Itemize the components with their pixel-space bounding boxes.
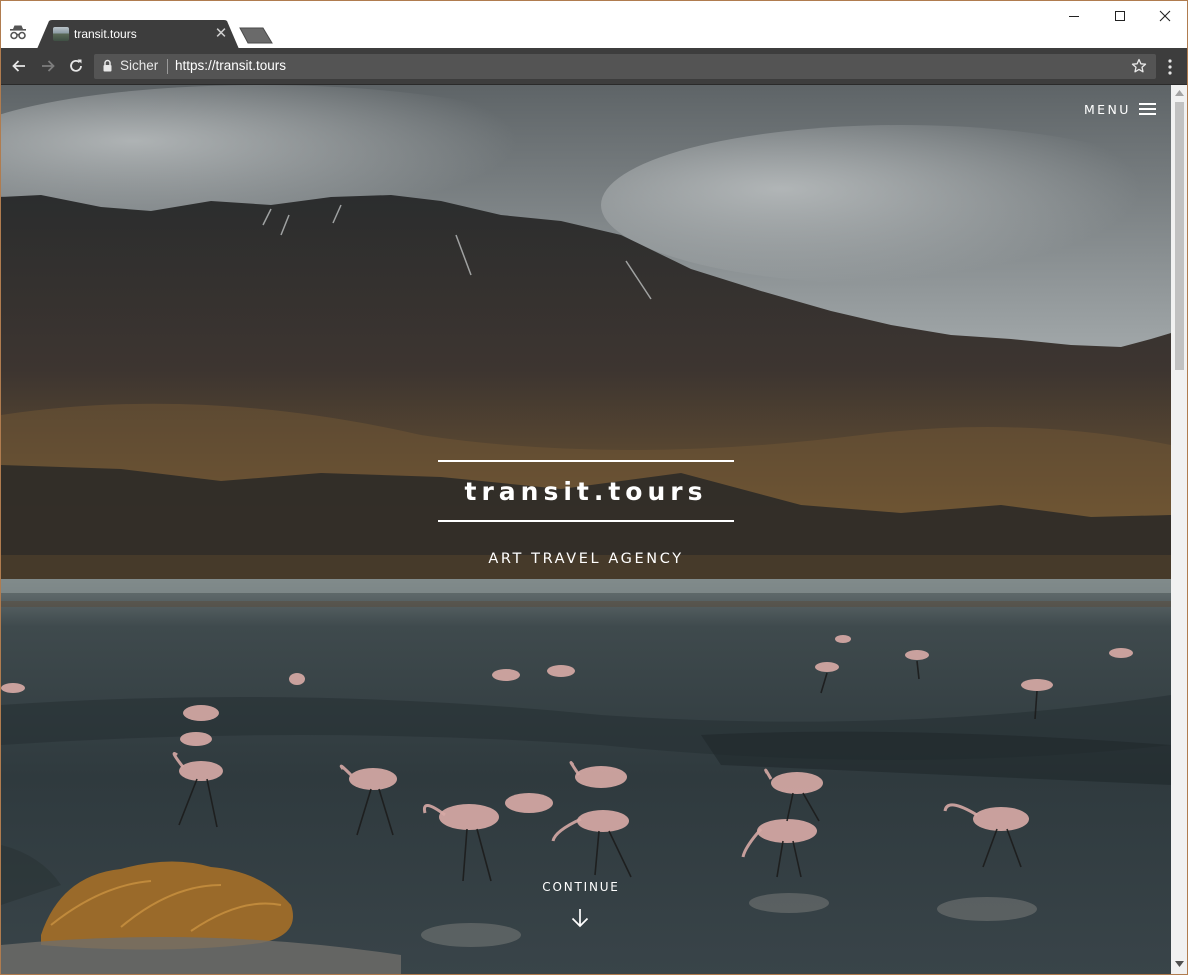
page-viewport: MENU transit.tours ART TRAVEL AGENCY CON…: [1, 85, 1171, 974]
menu-kebab-icon[interactable]: [1163, 57, 1177, 77]
maximize-button[interactable]: [1097, 1, 1143, 31]
arrow-down-icon[interactable]: [570, 908, 590, 928]
reload-icon: [70, 59, 82, 72]
tagline: ART TRAVEL AGENCY: [488, 551, 684, 567]
tab-active[interactable]: transit.tours ✕: [37, 20, 239, 49]
forward-arrow-icon: [42, 60, 55, 72]
omnibox-separator: [167, 59, 168, 74]
brand-logo: transit.tours: [438, 460, 734, 522]
site-favicon: [53, 27, 69, 41]
scrollbar-thumb[interactable]: [1175, 102, 1184, 370]
menu-button[interactable]: MENU: [1084, 99, 1156, 119]
incognito-icon: [10, 25, 26, 40]
close-icon: [1159, 10, 1171, 22]
back-button[interactable]: [9, 56, 29, 76]
forward-button[interactable]: [38, 56, 58, 76]
browser-window: transit.tours ✕ Sicher https://transit.t…: [0, 0, 1188, 975]
maximize-icon: [1115, 11, 1125, 21]
new-tab-button[interactable]: [239, 27, 273, 44]
tab-close-icon[interactable]: ✕: [213, 25, 229, 41]
back-arrow-icon: [12, 60, 25, 72]
reload-button[interactable]: [66, 56, 86, 76]
tab-strip: transit.tours ✕: [1, 1, 1187, 49]
scroll-up-icon[interactable]: [1175, 90, 1184, 96]
scroll-down-icon[interactable]: [1175, 961, 1184, 967]
continue-link[interactable]: CONTINUE: [521, 880, 641, 894]
browser-toolbar: Sicher https://transit.tours: [1, 48, 1187, 85]
tab-title: transit.tours: [74, 27, 137, 41]
address-bar[interactable]: Sicher https://transit.tours: [94, 54, 1156, 79]
bookmark-star-icon[interactable]: [1131, 58, 1147, 74]
menu-label: MENU: [1084, 101, 1131, 117]
minimize-button[interactable]: [1051, 1, 1097, 31]
hero-image: [1, 85, 1171, 974]
lock-icon: [103, 59, 112, 72]
url-text[interactable]: https://transit.tours: [175, 58, 286, 73]
hamburger-icon: [1138, 103, 1156, 115]
page-scrollbar[interactable]: [1171, 85, 1187, 974]
brand-name: transit.tours: [464, 476, 708, 506]
window-close-button[interactable]: [1142, 1, 1187, 31]
minimize-icon: [1069, 16, 1079, 17]
security-label: Sicher: [120, 58, 159, 73]
